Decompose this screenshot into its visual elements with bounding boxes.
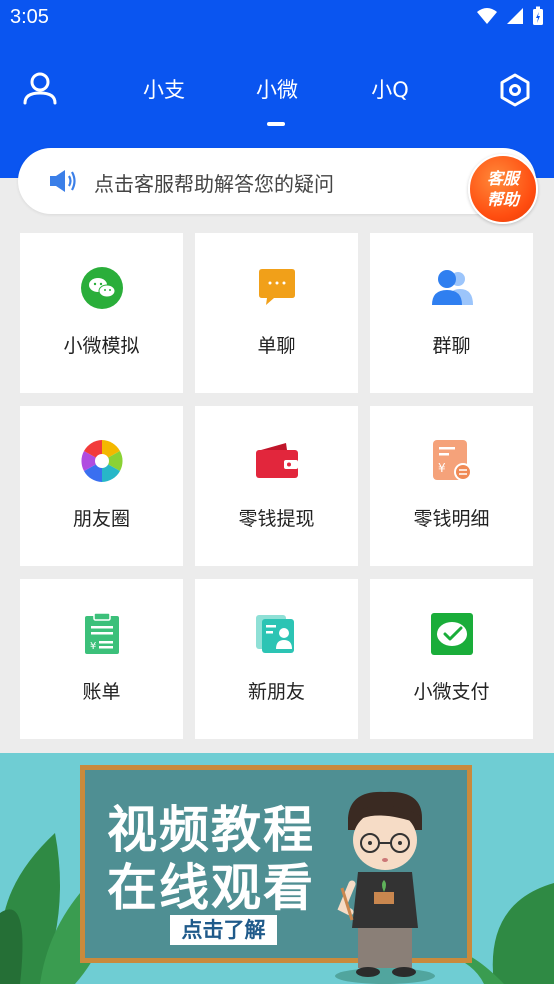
new-friend-icon bbox=[256, 615, 294, 653]
wallet-icon bbox=[256, 443, 298, 478]
bill-icon: ¥ bbox=[85, 613, 119, 654]
settings-button[interactable] bbox=[496, 71, 534, 109]
feature-label: 朋友圈 bbox=[72, 508, 130, 530]
feature-bill[interactable]: ¥ 账单 bbox=[20, 579, 183, 739]
feature-xiaowei-pay[interactable]: 小微支付 bbox=[370, 579, 533, 739]
help-badge-line2: 帮助 bbox=[486, 190, 519, 209]
tutorial-banner[interactable]: 视频教程 在线观看 点击了解 bbox=[0, 753, 554, 984]
notice-text: 点击客服帮助解答您的疑问 bbox=[94, 172, 334, 196]
feature-label: 零钱明细 bbox=[413, 508, 490, 530]
feature-label: 零钱提现 bbox=[238, 508, 315, 530]
svg-text:¥: ¥ bbox=[90, 641, 96, 652]
status-time: 3:05 bbox=[10, 6, 49, 28]
settings-hexagon-icon bbox=[500, 73, 530, 107]
svg-text:¥: ¥ bbox=[438, 461, 446, 475]
status-icons bbox=[476, 6, 544, 26]
feature-single-chat[interactable]: 单聊 bbox=[195, 233, 358, 393]
feature-group-chat[interactable]: 群聊 bbox=[370, 233, 533, 393]
signal-icon bbox=[507, 8, 523, 24]
battery-icon bbox=[533, 6, 543, 25]
banner-title-line2: 在线观看 bbox=[107, 859, 315, 917]
tab-xiaozhi[interactable]: 小支 bbox=[143, 74, 185, 104]
tab-bar: 小支 小微 小Q bbox=[0, 74, 554, 114]
chat-bubble-icon bbox=[259, 269, 295, 305]
tab-xiaoq[interactable]: 小Q bbox=[371, 74, 409, 104]
help-badge-button[interactable]: 客服 帮助 bbox=[468, 154, 538, 224]
moments-aperture-icon bbox=[81, 440, 123, 482]
feature-xiaowei-sim[interactable]: 小微模拟 bbox=[20, 233, 183, 393]
group-icon bbox=[432, 270, 473, 305]
help-badge-line1: 客服 bbox=[486, 169, 519, 188]
customer-service-notice[interactable]: 点击客服帮助解答您的疑问 bbox=[18, 148, 536, 214]
learn-more-button[interactable]: 点击了解 bbox=[170, 915, 277, 945]
feature-label: 小微模拟 bbox=[63, 335, 140, 357]
feature-label: 账单 bbox=[82, 681, 121, 703]
feature-new-friend[interactable]: 新朋友 bbox=[195, 579, 358, 739]
feature-label: 小微支付 bbox=[413, 681, 490, 703]
cartoon-boy-illustration bbox=[335, 791, 435, 984]
feature-change-detail[interactable]: ¥ 零钱明细 bbox=[370, 406, 533, 566]
wifi-icon bbox=[477, 8, 497, 24]
feature-label: 新朋友 bbox=[247, 681, 305, 703]
speaker-icon bbox=[50, 170, 76, 192]
change-detail-icon: ¥ bbox=[433, 440, 472, 481]
pay-icon bbox=[431, 613, 473, 655]
feature-label: 单聊 bbox=[257, 335, 296, 357]
tab-xiaowei[interactable]: 小微 bbox=[256, 74, 298, 104]
feature-withdraw[interactable]: 零钱提现 bbox=[195, 406, 358, 566]
wechat-icon bbox=[81, 267, 123, 309]
feature-moments[interactable]: 朋友圈 bbox=[20, 406, 183, 566]
active-tab-indicator bbox=[267, 122, 285, 126]
feature-label: 群聊 bbox=[432, 335, 471, 357]
